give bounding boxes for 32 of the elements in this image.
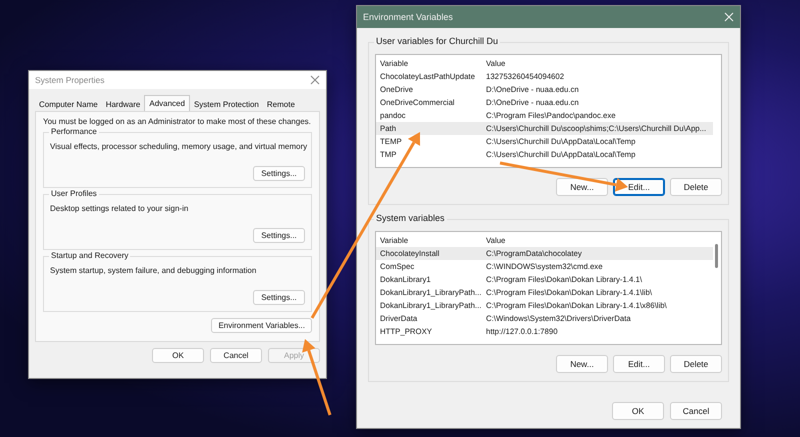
settings-button[interactable]: Settings... [253,290,305,305]
group-description: Desktop settings related to your sign-in [50,204,190,213]
group-title: User variables for Churchill Du [374,36,500,46]
dialog-button[interactable]: Cancel [670,402,722,420]
list-action-button[interactable]: Delete [670,355,722,373]
group-title: System variables [374,213,447,223]
list-action-button[interactable]: New... [556,178,608,196]
list-action-button[interactable]: Delete [670,178,722,196]
group-title: User Profiles [49,189,99,198]
close-icon[interactable] [310,75,320,85]
group-description: Visual effects, processor scheduling, memory usage, and virtual memory [50,142,305,151]
environment-variables-button[interactable]: Environment Variables... [211,318,312,333]
settings-button[interactable]: Settings... [253,228,305,243]
scrollbar-thumb[interactable] [715,244,718,268]
dialog-button[interactable]: OK [612,402,664,420]
tab[interactable]: Computer Name [35,97,102,111]
list-action-button[interactable]: Edit... [613,355,665,373]
dialog-button[interactable]: Cancel [210,348,262,363]
list-action-button[interactable]: Edit... [613,178,665,196]
tab[interactable]: Advanced [144,95,190,111]
list-action-button[interactable]: New... [556,355,608,373]
settings-button[interactable]: Settings... [253,166,305,181]
tab[interactable]: System Protection [190,97,263,111]
dialog-button[interactable]: OK [152,348,204,363]
group-title: Startup and Recovery [49,251,130,260]
tab[interactable]: Hardware [102,97,144,111]
tab[interactable]: Remote [262,97,299,111]
admin-notice: You must be logged on as an Administrator to make most of these changes. [43,117,312,126]
group-title: Performance [49,127,99,136]
window-title: Environment Variables [363,12,453,22]
window-title: System Properties [35,75,104,85]
group-description: System startup, system failure, and debugging information [50,266,258,275]
